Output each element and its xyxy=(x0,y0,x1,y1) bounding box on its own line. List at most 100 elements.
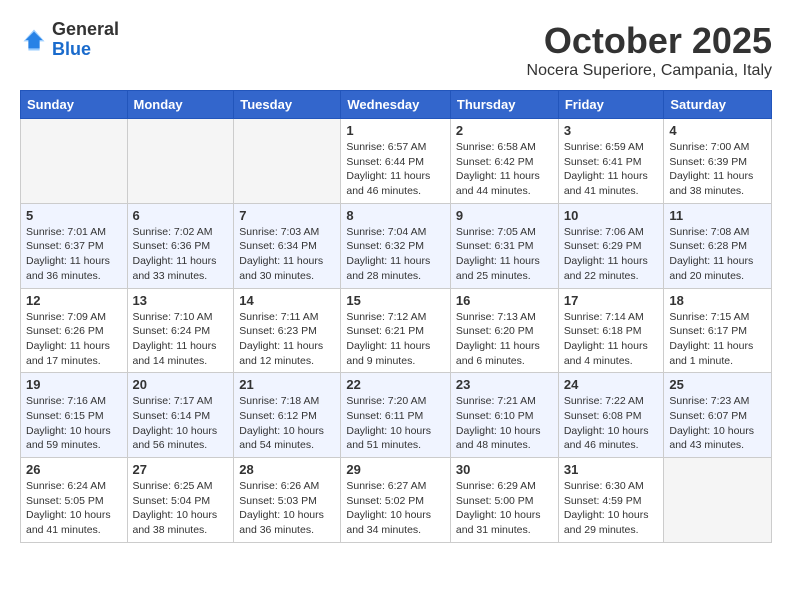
day-info: Sunrise: 7:14 AMSunset: 6:18 PMDaylight:… xyxy=(564,310,659,369)
calendar-cell: 2 Sunrise: 6:58 AMSunset: 6:42 PMDaylight… xyxy=(450,119,558,204)
calendar-cell xyxy=(664,458,772,543)
location-text: Nocera Superiore, Campania, Italy xyxy=(527,62,772,80)
calendar-cell: 19 Sunrise: 7:16 AMSunset: 6:15 PMDayligh… xyxy=(21,373,128,458)
day-info: Sunrise: 7:10 AMSunset: 6:24 PMDaylight:… xyxy=(133,310,229,369)
calendar-cell: 4 Sunrise: 7:00 AMSunset: 6:39 PMDaylight… xyxy=(664,119,772,204)
day-info: Sunrise: 6:25 AMSunset: 5:04 PMDaylight:… xyxy=(133,479,229,538)
day-info: Sunrise: 7:06 AMSunset: 6:29 PMDaylight:… xyxy=(564,225,659,284)
day-info: Sunrise: 7:02 AMSunset: 6:36 PMDaylight:… xyxy=(133,225,229,284)
day-info: Sunrise: 7:11 AMSunset: 6:23 PMDaylight:… xyxy=(239,310,335,369)
day-number: 21 xyxy=(239,377,335,392)
weekday-header-friday: Friday xyxy=(558,91,664,119)
calendar-week-row: 19 Sunrise: 7:16 AMSunset: 6:15 PMDayligh… xyxy=(21,373,772,458)
calendar-cell: 3 Sunrise: 6:59 AMSunset: 6:41 PMDaylight… xyxy=(558,119,664,204)
day-info: Sunrise: 6:27 AMSunset: 5:02 PMDaylight:… xyxy=(346,479,445,538)
day-number: 29 xyxy=(346,462,445,477)
day-number: 19 xyxy=(26,377,122,392)
day-number: 11 xyxy=(669,208,766,223)
calendar-cell: 23 Sunrise: 7:21 AMSunset: 6:10 PMDayligh… xyxy=(450,373,558,458)
day-info: Sunrise: 7:20 AMSunset: 6:11 PMDaylight:… xyxy=(346,394,445,453)
day-info: Sunrise: 7:21 AMSunset: 6:10 PMDaylight:… xyxy=(456,394,553,453)
day-info: Sunrise: 7:04 AMSunset: 6:32 PMDaylight:… xyxy=(346,225,445,284)
day-number: 27 xyxy=(133,462,229,477)
day-info: Sunrise: 7:01 AMSunset: 6:37 PMDaylight:… xyxy=(26,225,122,284)
day-number: 3 xyxy=(564,123,659,138)
calendar-cell: 27 Sunrise: 6:25 AMSunset: 5:04 PMDayligh… xyxy=(127,458,234,543)
day-number: 8 xyxy=(346,208,445,223)
day-info: Sunrise: 7:05 AMSunset: 6:31 PMDaylight:… xyxy=(456,225,553,284)
calendar-week-row: 26Sunrise: 6:24 AMSunset: 5:05 PMDayligh… xyxy=(21,458,772,543)
day-number: 7 xyxy=(239,208,335,223)
day-number: 4 xyxy=(669,123,766,138)
day-number: 9 xyxy=(456,208,553,223)
day-info: Sunrise: 7:12 AMSunset: 6:21 PMDaylight:… xyxy=(346,310,445,369)
day-info: Sunrise: 6:57 AMSunset: 6:44 PMDaylight:… xyxy=(346,140,445,199)
day-number: 10 xyxy=(564,208,659,223)
day-info: Sunrise: 6:58 AMSunset: 6:42 PMDaylight:… xyxy=(456,140,553,199)
calendar-cell xyxy=(234,119,341,204)
calendar-cell: 26Sunrise: 6:24 AMSunset: 5:05 PMDayligh… xyxy=(21,458,128,543)
calendar-cell: 11 Sunrise: 7:08 AMSunset: 6:28 PMDayligh… xyxy=(664,203,772,288)
calendar-cell: 8 Sunrise: 7:04 AMSunset: 6:32 PMDaylight… xyxy=(341,203,451,288)
weekday-header-row: SundayMondayTuesdayWednesdayThursdayFrid… xyxy=(21,91,772,119)
calendar-cell: 10 Sunrise: 7:06 AMSunset: 6:29 PMDayligh… xyxy=(558,203,664,288)
day-number: 25 xyxy=(669,377,766,392)
calendar-week-row: 1 Sunrise: 6:57 AMSunset: 6:44 PMDaylight… xyxy=(21,119,772,204)
calendar-cell: 14Sunrise: 7:11 AMSunset: 6:23 PMDayligh… xyxy=(234,288,341,373)
calendar-cell: 30Sunrise: 6:29 AMSunset: 5:00 PMDayligh… xyxy=(450,458,558,543)
day-info: Sunrise: 7:18 AMSunset: 6:12 PMDaylight:… xyxy=(239,394,335,453)
day-number: 15 xyxy=(346,293,445,308)
day-info: Sunrise: 7:16 AMSunset: 6:15 PMDaylight:… xyxy=(26,394,122,453)
day-number: 18 xyxy=(669,293,766,308)
weekday-header-wednesday: Wednesday xyxy=(341,91,451,119)
logo-text: General Blue xyxy=(52,20,119,60)
calendar-cell: 17 Sunrise: 7:14 AMSunset: 6:18 PMDayligh… xyxy=(558,288,664,373)
logo: General Blue xyxy=(20,20,119,60)
calendar-cell: 9 Sunrise: 7:05 AMSunset: 6:31 PMDaylight… xyxy=(450,203,558,288)
calendar-cell: 28 Sunrise: 6:26 AMSunset: 5:03 PMDayligh… xyxy=(234,458,341,543)
day-number: 1 xyxy=(346,123,445,138)
day-info: Sunrise: 7:00 AMSunset: 6:39 PMDaylight:… xyxy=(669,140,766,199)
logo-blue-text: Blue xyxy=(52,40,119,60)
day-info: Sunrise: 7:22 AMSunset: 6:08 PMDaylight:… xyxy=(564,394,659,453)
calendar-cell: 24Sunrise: 7:22 AMSunset: 6:08 PMDayligh… xyxy=(558,373,664,458)
day-number: 2 xyxy=(456,123,553,138)
calendar-cell: 18 Sunrise: 7:15 AMSunset: 6:17 PMDayligh… xyxy=(664,288,772,373)
day-info: Sunrise: 7:23 AMSunset: 6:07 PMDaylight:… xyxy=(669,394,766,453)
weekday-header-sunday: Sunday xyxy=(21,91,128,119)
day-info: Sunrise: 7:03 AMSunset: 6:34 PMDaylight:… xyxy=(239,225,335,284)
calendar-table: SundayMondayTuesdayWednesdayThursdayFrid… xyxy=(20,90,772,543)
day-number: 20 xyxy=(133,377,229,392)
day-number: 22 xyxy=(346,377,445,392)
day-number: 28 xyxy=(239,462,335,477)
day-number: 5 xyxy=(26,208,122,223)
calendar-cell: 29 Sunrise: 6:27 AMSunset: 5:02 PMDayligh… xyxy=(341,458,451,543)
calendar-cell: 16 Sunrise: 7:13 AMSunset: 6:20 PMDayligh… xyxy=(450,288,558,373)
calendar-cell: 7 Sunrise: 7:03 AMSunset: 6:34 PMDaylight… xyxy=(234,203,341,288)
calendar-cell: 22 Sunrise: 7:20 AMSunset: 6:11 PMDayligh… xyxy=(341,373,451,458)
day-info: Sunrise: 7:08 AMSunset: 6:28 PMDaylight:… xyxy=(669,225,766,284)
calendar-cell: 5 Sunrise: 7:01 AMSunset: 6:37 PMDaylight… xyxy=(21,203,128,288)
month-title: October 2025 xyxy=(527,20,772,62)
calendar-cell: 12Sunrise: 7:09 AMSunset: 6:26 PMDayligh… xyxy=(21,288,128,373)
calendar-cell: 6Sunrise: 7:02 AMSunset: 6:36 PMDaylight… xyxy=(127,203,234,288)
weekday-header-thursday: Thursday xyxy=(450,91,558,119)
day-info: Sunrise: 7:13 AMSunset: 6:20 PMDaylight:… xyxy=(456,310,553,369)
day-info: Sunrise: 6:26 AMSunset: 5:03 PMDaylight:… xyxy=(239,479,335,538)
calendar-week-row: 5 Sunrise: 7:01 AMSunset: 6:37 PMDaylight… xyxy=(21,203,772,288)
day-number: 23 xyxy=(456,377,553,392)
day-info: Sunrise: 6:59 AMSunset: 6:41 PMDaylight:… xyxy=(564,140,659,199)
calendar-cell: 31Sunrise: 6:30 AMSunset: 4:59 PMDayligh… xyxy=(558,458,664,543)
day-info: Sunrise: 7:17 AMSunset: 6:14 PMDaylight:… xyxy=(133,394,229,453)
weekday-header-monday: Monday xyxy=(127,91,234,119)
calendar-cell: 1 Sunrise: 6:57 AMSunset: 6:44 PMDaylight… xyxy=(341,119,451,204)
day-info: Sunrise: 6:29 AMSunset: 5:00 PMDaylight:… xyxy=(456,479,553,538)
calendar-cell xyxy=(21,119,128,204)
day-number: 16 xyxy=(456,293,553,308)
day-number: 17 xyxy=(564,293,659,308)
day-number: 13 xyxy=(133,293,229,308)
day-info: Sunrise: 7:09 AMSunset: 6:26 PMDaylight:… xyxy=(26,310,122,369)
logo-icon xyxy=(20,26,48,54)
title-section: October 2025 Nocera Superiore, Campania,… xyxy=(527,20,772,80)
day-info: Sunrise: 7:15 AMSunset: 6:17 PMDaylight:… xyxy=(669,310,766,369)
